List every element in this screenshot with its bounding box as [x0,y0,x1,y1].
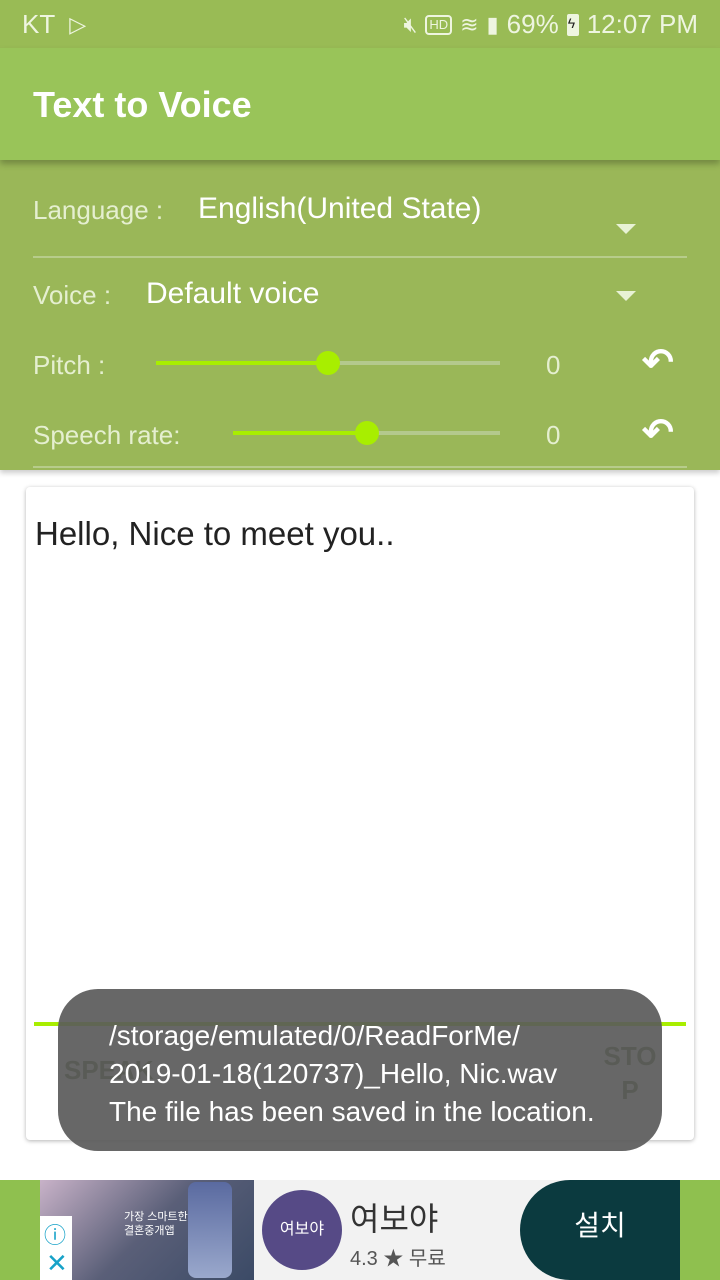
ad-app-panel[interactable]: 여보야 여보야 4.3 ★ 무료 설치 [254,1180,680,1280]
speech-rate-reset-icon[interactable]: ↶ [642,410,674,455]
app-title: Text to Voice [33,84,252,125]
voice-label: Voice : [33,280,112,310]
pitch-slider-thumb[interactable] [316,351,340,375]
pitch-label: Pitch : [33,350,106,380]
pitch-value: 0 [546,350,561,380]
pitch-reset-icon[interactable]: ↶ [642,340,674,385]
toast-message: /storage/emulated/0/ReadForMe/ 2019-01-1… [58,989,662,1151]
ad-choices: ⓘ ✕ [40,1216,72,1280]
speech-rate-slider-thumb[interactable] [354,421,379,445]
language-label: Language : [33,195,164,225]
speech-rate-slider-fill [233,431,367,435]
carrier-label: KT [22,9,56,39]
speech-rate-slider[interactable] [233,421,500,445]
status-bar: KT ▷ 🔇︎ HD ≋ ▮ 69% 12:07 PM [0,0,720,48]
settings-panel: Language : English(United State) Voice :… [0,160,720,470]
ad-app-name: 여보야 [350,1201,439,1237]
mute-icon: 🔇︎ [403,11,418,37]
wifi-icon: ≋ [460,11,479,37]
ad-app-rating: 4.3 ★ 무료 [350,1248,446,1270]
speech-rate-label: Speech rate: [33,420,181,450]
close-icon[interactable]: ✕ [46,1248,68,1279]
ad-phone-graphic [188,1182,232,1278]
ad-image[interactable]: 가장 스마트한 결혼중개앱 [40,1180,254,1280]
play-store-icon: ▷ [69,11,87,37]
ad-image-text-line: 결혼중개앱 [124,1225,175,1237]
language-value: English(United State) [198,192,482,225]
text-input[interactable]: Hello, Nice to meet you.. [35,515,395,553]
app-bar: Text to Voice [0,48,720,160]
ad-banner[interactable]: 가장 스마트한 결혼중개앱 ⓘ ✕ 여보야 여보야 4.3 ★ 무료 설치 [0,1180,720,1280]
divider [33,256,687,258]
clock: 12:07 PM [586,9,698,39]
speech-rate-value: 0 [546,420,561,450]
toast-filename-line: 2019-01-18(120737)_Hello, Nic.wav [109,1058,558,1089]
voice-value: Default voice [146,277,320,310]
ad-app-icon: 여보야 [262,1190,342,1270]
info-icon[interactable]: ⓘ [44,1218,66,1250]
signal-icon: ▮ [486,11,499,37]
ad-image-text: 가장 스마트한 결혼중개앱 [124,1210,188,1238]
battery-charging-icon [566,13,579,36]
language-dropdown[interactable]: English(United State) [190,180,650,240]
chevron-down-icon [616,224,636,234]
divider [33,466,687,468]
chevron-down-icon [616,291,636,301]
pitch-slider[interactable] [156,351,500,375]
voice-dropdown[interactable]: Default voice [140,265,650,325]
hd-voice-icon: HD [425,14,453,35]
ad-image-text-line: 가장 스마트한 [124,1211,188,1223]
pitch-slider-fill [156,361,328,365]
battery-percent: 69% [506,9,559,39]
install-button[interactable]: 설치 [520,1180,680,1280]
toast-path-line: /storage/emulated/0/ReadForMe/ [109,1020,520,1051]
toast-status-line: The file has been saved in the location. [109,1096,595,1127]
